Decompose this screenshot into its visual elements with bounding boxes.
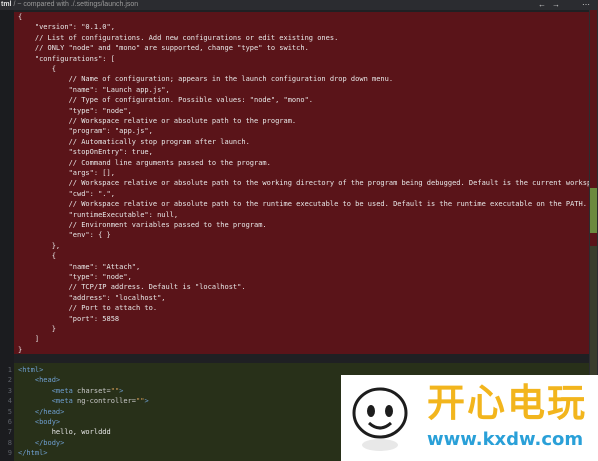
removed-line: // Workspace relative or absolute path t… [0, 178, 589, 188]
removed-line: // Command line arguments passed to the … [0, 158, 589, 168]
removed-line: { [0, 251, 589, 261]
scrollbar-thumb[interactable] [590, 188, 597, 233]
line-number: 4 [7, 397, 12, 406]
removed-line: // TCP/IP address. Default is "localhost… [0, 282, 589, 292]
removed-line: // Port to attach to. [0, 303, 589, 313]
line-number: 9 [7, 449, 12, 458]
removed-line: { [0, 64, 589, 74]
line-number: 1 [7, 366, 12, 374]
line-text: <meta ng-controller=""> [51, 397, 149, 406]
removed-line: "type": "node", [0, 106, 589, 116]
title-bar: tml / ~ compared with ./.settings/launch… [0, 0, 598, 10]
next-change-icon[interactable]: → [552, 0, 560, 10]
removed-line: // Automatically stop program after laun… [0, 137, 589, 147]
line-text: <html> [18, 366, 44, 374]
compare-label: / ~ compared with ./.settings/launch.jso… [13, 1, 139, 8]
removed-line: "configurations": [ [0, 54, 589, 64]
removed-line: "cwd": ".", [0, 189, 589, 199]
line-text: // Environment variables passed to the p… [18, 221, 267, 229]
removed-line: }, [0, 241, 589, 251]
line-text: { [18, 252, 56, 261]
added-line: 1 <html> [0, 365, 589, 375]
line-text: // Name of configuration; appears in the… [18, 75, 394, 84]
line-text: // Workspace relative or absolute path t… [18, 179, 589, 188]
line-number: 8 [7, 438, 12, 447]
line-text: { [18, 65, 56, 73]
line-text: // TCP/IP address. Default is "localhost… [18, 283, 246, 292]
line-text: </body> [34, 438, 65, 447]
removed-line: "args": [], [0, 168, 589, 178]
removed-line: "version": "0.1.0", [0, 22, 589, 32]
line-number: 3 [7, 386, 12, 395]
line-text: "type": "node", [18, 273, 132, 281]
removed-line: // Type of configuration. Possible value… [0, 95, 589, 105]
line-text: "address": "localhost", [18, 293, 166, 302]
line-number: 6 [7, 418, 12, 426]
line-text: // Command line arguments passed to the … [18, 158, 271, 167]
line-text: <meta charset=""> [51, 386, 124, 395]
line-text: "program": "app.js", [18, 127, 153, 136]
line-text: "port": 5858 [18, 314, 120, 323]
file-name: tml [1, 1, 12, 8]
line-text: }, [18, 241, 61, 250]
line-text: } [18, 325, 56, 333]
line-text: "cwd": ".", [18, 189, 115, 198]
line-text: // Port to attach to. [18, 304, 158, 313]
line-text: </head> [34, 407, 65, 416]
line-text: hello, worlddd [51, 428, 111, 437]
line-text: "type": "node", [18, 106, 132, 115]
line-text: { [18, 13, 23, 21]
removed-line: // ONLY "node" and "mono" are supported,… [0, 43, 589, 53]
removed-line: // Workspace relative or absolute path t… [0, 199, 589, 209]
removed-line: { [0, 12, 589, 22]
removed-line: } [0, 345, 589, 355]
line-text: "version": "0.1.0", [18, 23, 115, 32]
line-number: 5 [7, 407, 12, 416]
line-text: <head> [34, 376, 61, 385]
line-text: // List of configurations. Add new confi… [18, 33, 339, 42]
line-text: ] [18, 335, 40, 344]
line-text: "name": "Launch app.js", [18, 85, 170, 94]
line-number: 7 [7, 428, 12, 437]
watermark-url: www.kxdw.com [427, 429, 584, 450]
line-text: "runtimeExecutable": null, [18, 210, 179, 219]
line-text: <body> [34, 418, 61, 426]
previous-change-icon[interactable]: ← [538, 0, 546, 10]
line-text: "name": "Attach", [18, 262, 141, 271]
removed-line: "env": { } [0, 230, 589, 240]
removed-line: "stopOnEntry": true, [0, 147, 589, 157]
line-text: </html> [18, 449, 48, 458]
removed-line: "type": "node", [0, 272, 589, 282]
removed-line: // List of configurations. Add new confi… [0, 33, 589, 43]
watermark-brand: 开心电玩 [427, 381, 588, 425]
line-text: // Automatically stop program after laun… [18, 137, 250, 146]
line-text: // Type of configuration. Possible value… [18, 96, 314, 105]
line-number: 2 [7, 376, 12, 385]
removed-line: "program": "app.js", [0, 126, 589, 136]
mascot-icon [352, 387, 408, 451]
line-text: // ONLY "node" and "mono" are supported,… [18, 44, 309, 53]
removed-line: ] [0, 334, 589, 344]
removed-line: // Workspace relative or absolute path t… [0, 116, 589, 126]
removed-line: "name": "Attach", [0, 262, 589, 272]
removed-line: } [0, 324, 589, 334]
removed-line: "name": "Launch app.js", [0, 85, 589, 95]
line-text: "args": [], [18, 169, 115, 177]
line-text: "env": { } [18, 231, 111, 240]
line-text: // Workspace relative or absolute path t… [18, 117, 297, 125]
line-text: } [18, 345, 23, 354]
more-actions-icon[interactable]: ⋯ [582, 0, 590, 10]
line-text: "configurations": [ [18, 54, 115, 63]
removed-line: // Name of configuration; appears in the… [0, 74, 589, 84]
line-text: // Workspace relative or absolute path t… [18, 200, 587, 209]
removed-line: "port": 5858 [0, 314, 589, 324]
removed-line: "address": "localhost", [0, 293, 589, 303]
removed-line: "runtimeExecutable": null, [0, 210, 589, 220]
removed-line: // Environment variables passed to the p… [0, 220, 589, 230]
watermark-logo: 开心电玩 www.kxdw.com [341, 375, 598, 461]
line-text: "stopOnEntry": true, [18, 148, 153, 157]
